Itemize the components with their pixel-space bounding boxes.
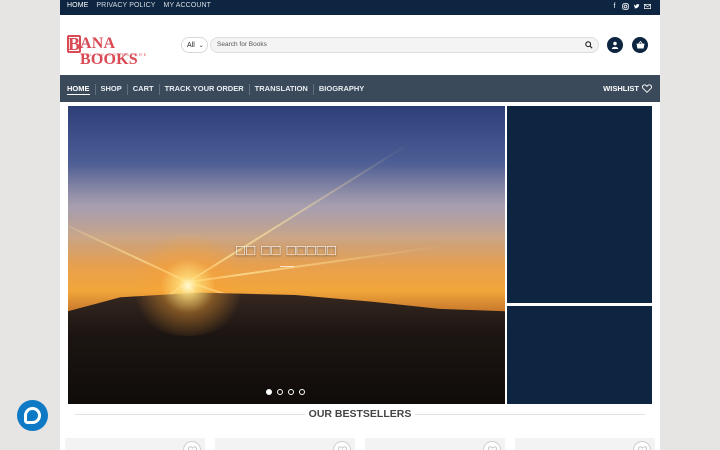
heart-icon	[642, 84, 652, 93]
wishlist-heart-icon[interactable]	[333, 441, 351, 450]
email-icon[interactable]	[644, 3, 651, 11]
top-links: HOME PRIVACY POLICY MY ACCOUNT	[67, 2, 211, 9]
slider-dot-4[interactable]	[299, 389, 305, 395]
bestsellers-heading: OUR BESTSELLERS	[308, 408, 412, 420]
top-link-my-account[interactable]: MY ACCOUNT	[164, 2, 212, 9]
logo[interactable]: B ANA BOOKS ONLINE BOOKSTORE	[67, 34, 167, 68]
search-icon[interactable]	[585, 41, 593, 49]
header: B ANA BOOKS ONLINE BOOKSTORE All ⌄ Searc…	[60, 15, 660, 75]
slider-dots	[266, 389, 305, 395]
search-placeholder: Search for Books	[217, 41, 267, 48]
search-input[interactable]: Search for Books	[210, 37, 599, 53]
cart-basket-icon[interactable]	[632, 37, 648, 53]
bestsellers-section-header: OUR BESTSELLERS	[60, 406, 660, 422]
facebook-icon[interactable]: f	[611, 3, 618, 11]
top-link-home[interactable]: HOME	[67, 2, 88, 9]
hero-slider[interactable]: □□ □□ □□□□□	[68, 106, 505, 404]
bestseller-cards	[65, 438, 655, 450]
chevron-down-icon: ⌄	[198, 42, 204, 49]
chat-widget-button[interactable]	[17, 400, 48, 431]
nav-item-biography[interactable]: BIOGRAPHY	[312, 84, 369, 95]
logo-tagline: ONLINE BOOKSTORE	[81, 52, 148, 57]
search-category-select[interactable]: All ⌄	[181, 37, 208, 53]
instagram-icon[interactable]	[622, 3, 629, 11]
nav-items: HOME SHOP CART TRACK YOUR ORDER TRANSLAT…	[67, 84, 369, 95]
slider-dot-2[interactable]	[277, 389, 283, 395]
wishlist-heart-icon[interactable]	[183, 441, 201, 450]
account-icon[interactable]	[607, 37, 623, 53]
nav-item-shop[interactable]: SHOP	[94, 84, 127, 95]
nav-item-track-order[interactable]: TRACK YOUR ORDER	[158, 84, 249, 95]
twitter-icon[interactable]	[633, 3, 640, 11]
wishlist-link[interactable]: WISHLIST	[603, 84, 652, 93]
chat-bubble-icon	[24, 407, 41, 424]
search-bar: All ⌄ Search for Books	[181, 37, 599, 53]
product-card[interactable]	[515, 438, 655, 450]
promo-tile-top[interactable]	[507, 106, 652, 303]
social-links: f	[611, 3, 651, 11]
product-card[interactable]	[365, 438, 505, 450]
slider-dot-3[interactable]	[288, 389, 294, 395]
main-nav: HOME SHOP CART TRACK YOUR ORDER TRANSLAT…	[60, 75, 660, 102]
page: HOME PRIVACY POLICY MY ACCOUNT f B ANA B…	[60, 0, 660, 450]
wishlist-label: WISHLIST	[603, 84, 639, 93]
promo-tile-bottom[interactable]	[507, 306, 652, 404]
search-category-value: All	[187, 41, 195, 49]
product-card[interactable]	[65, 438, 205, 450]
nav-item-translation[interactable]: TRANSLATION	[248, 84, 313, 95]
header-icons	[607, 37, 648, 53]
top-link-privacy-policy[interactable]: PRIVACY POLICY	[96, 2, 155, 9]
slider-dot-1[interactable]	[266, 389, 272, 395]
wishlist-heart-icon[interactable]	[633, 441, 651, 450]
hero-clouds	[68, 166, 505, 246]
product-card[interactable]	[215, 438, 355, 450]
hero-title: □□ □□ □□□□□	[236, 242, 337, 259]
nav-item-home-label: HOME	[67, 84, 90, 93]
nav-item-home[interactable]: HOME	[67, 84, 95, 95]
logo-first-letter: B	[68, 34, 81, 54]
nav-item-cart[interactable]: CART	[126, 84, 159, 95]
top-bar: HOME PRIVACY POLICY MY ACCOUNT f	[60, 0, 660, 15]
hero-title-divider	[280, 266, 294, 267]
wishlist-heart-icon[interactable]	[483, 441, 501, 450]
